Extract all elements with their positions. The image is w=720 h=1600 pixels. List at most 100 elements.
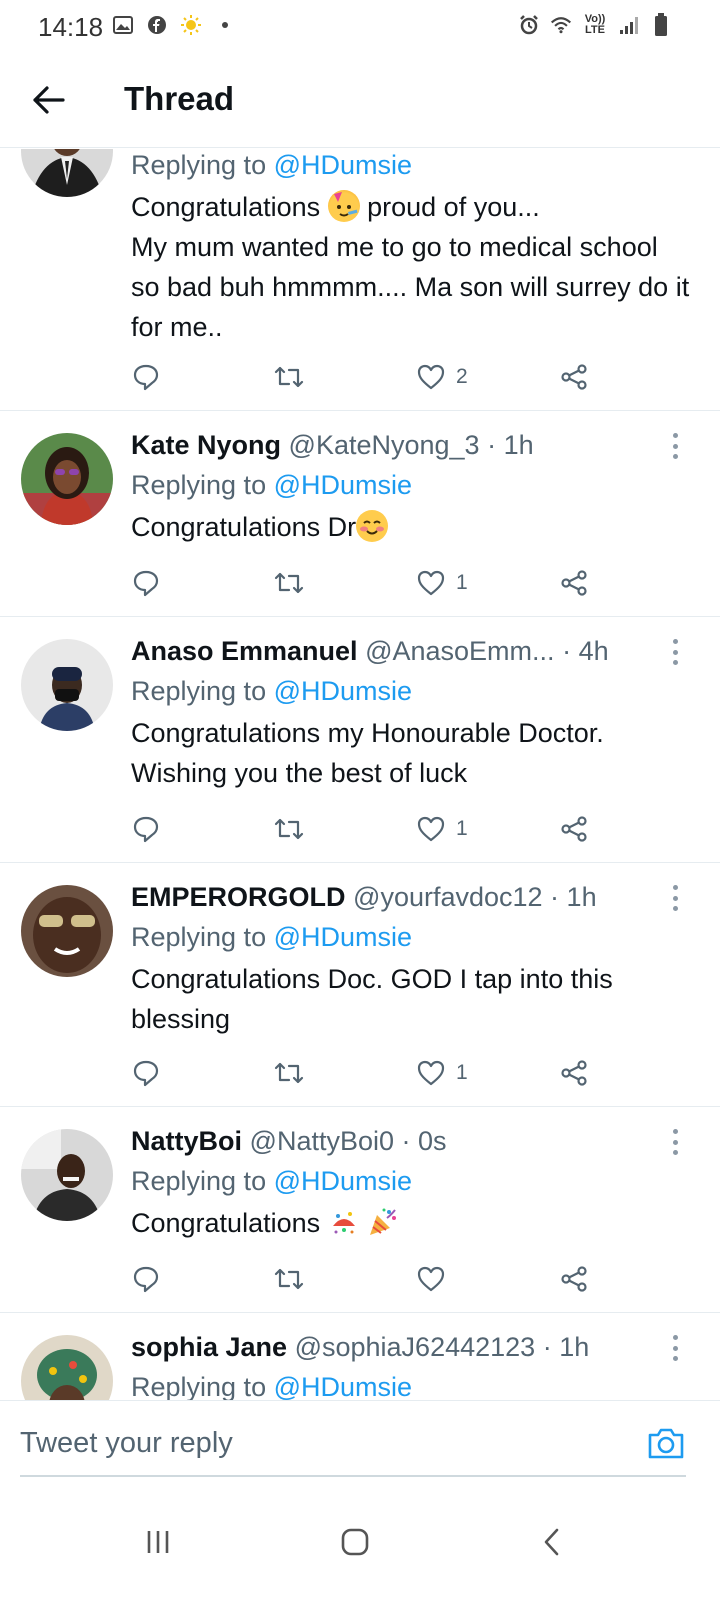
retweet-button[interactable] bbox=[273, 1259, 305, 1299]
share-button[interactable] bbox=[559, 1053, 589, 1093]
replying-handle-link[interactable]: @HDumsie bbox=[274, 922, 412, 952]
tweet-meta: Kate Nyong @KateNyong_3 · 1h bbox=[131, 430, 534, 460]
home-icon bbox=[341, 1528, 369, 1556]
tweet-time: 0s bbox=[418, 1126, 447, 1156]
more-options-button[interactable] bbox=[670, 639, 680, 665]
replying-to: Replying to @HDumsie bbox=[131, 1372, 413, 1400]
system-nav-bar bbox=[0, 1490, 720, 1600]
smiling-face-emoji bbox=[356, 510, 389, 542]
replying-to: Replying to @HDumsie bbox=[131, 676, 413, 706]
camera-button[interactable] bbox=[646, 1425, 686, 1461]
author-name[interactable]: EMPERORGOLD bbox=[131, 882, 346, 912]
like-button[interactable]: 1 bbox=[416, 563, 468, 603]
status-time: 14:18 bbox=[38, 12, 104, 42]
reply-button[interactable] bbox=[131, 809, 161, 849]
facebook-icon bbox=[146, 14, 168, 36]
share-icon bbox=[561, 1266, 587, 1292]
tweet-item[interactable]: EMPERORGOLD @yourfavdoc12 · 1h Replying … bbox=[0, 863, 720, 1107]
retweet-icon bbox=[274, 818, 304, 840]
reply-button[interactable] bbox=[131, 563, 161, 603]
composer-underline bbox=[20, 1475, 686, 1477]
tweet-meta: EMPERORGOLD @yourfavdoc12 · 1h bbox=[131, 882, 597, 912]
heart-icon bbox=[417, 1060, 445, 1086]
avatar[interactable] bbox=[21, 639, 113, 731]
arrow-left-icon bbox=[33, 86, 65, 114]
nav-back-button[interactable] bbox=[522, 1512, 582, 1572]
like-count: 1 bbox=[456, 571, 468, 594]
tweet-time: 1h bbox=[559, 1332, 590, 1362]
tweet-text: Congratulations Doc. GOD I tap into this… bbox=[131, 964, 613, 1034]
tweet-item[interactable]: Kate Nyong @KateNyong_3 · 1h Replying to… bbox=[0, 411, 720, 617]
replying-handle-link[interactable]: @HDumsie bbox=[274, 1166, 412, 1196]
like-button[interactable]: 1 bbox=[416, 1053, 468, 1093]
heart-icon bbox=[417, 570, 445, 596]
share-icon bbox=[561, 570, 587, 596]
reply-button[interactable] bbox=[131, 357, 161, 397]
replying-to: Replying to @HDumsie bbox=[131, 470, 413, 500]
author-handle: @KateNyong_3 bbox=[288, 430, 480, 460]
avatar[interactable] bbox=[21, 885, 113, 977]
home-button[interactable] bbox=[325, 1512, 385, 1572]
recent-apps-icon bbox=[147, 1531, 169, 1553]
replying-handle-link[interactable]: @HDumsie bbox=[274, 470, 412, 500]
tweet-text: Congratulations my Honourable Doctor. Wi… bbox=[131, 718, 604, 788]
confetti-ball-emoji bbox=[328, 1206, 360, 1238]
retweet-button[interactable] bbox=[273, 809, 305, 849]
retweet-button[interactable] bbox=[273, 1053, 305, 1093]
share-button[interactable] bbox=[559, 563, 589, 603]
more-options-button[interactable] bbox=[670, 433, 680, 459]
reply-composer bbox=[0, 1400, 720, 1490]
share-icon bbox=[561, 816, 587, 842]
tweet-item[interactable]: Anaso Emmanuel @AnasoEmm... · 4h Replyin… bbox=[0, 617, 720, 863]
reply-icon bbox=[133, 570, 159, 597]
wifi-icon bbox=[550, 14, 572, 36]
like-button[interactable]: 2 bbox=[416, 357, 468, 397]
share-button[interactable] bbox=[559, 809, 589, 849]
back-button[interactable] bbox=[28, 80, 68, 120]
tweet-text: Congratulations proud of you... My mum w… bbox=[131, 190, 690, 342]
share-button[interactable] bbox=[559, 1259, 589, 1299]
like-count: 2 bbox=[456, 365, 468, 388]
more-options-button[interactable] bbox=[670, 885, 680, 911]
retweet-button[interactable] bbox=[273, 563, 305, 603]
reply-icon bbox=[133, 364, 159, 391]
more-options-button[interactable] bbox=[670, 1129, 680, 1155]
author-handle: @sophiaJ62442123 bbox=[294, 1332, 536, 1362]
author-handle: @yourfavdoc12 bbox=[353, 882, 543, 912]
reply-button[interactable] bbox=[131, 1259, 161, 1299]
author-name[interactable]: Anaso Emmanuel bbox=[131, 636, 358, 666]
avatar[interactable] bbox=[21, 149, 113, 197]
replying-handle-link[interactable]: @HDumsie bbox=[274, 676, 412, 706]
reply-input[interactable] bbox=[20, 1419, 620, 1467]
replying-handle-link[interactable]: @HDumsie bbox=[274, 1372, 412, 1400]
retweet-button[interactable] bbox=[273, 357, 305, 397]
author-name[interactable]: Kate Nyong bbox=[131, 430, 281, 460]
heart-icon bbox=[417, 816, 445, 842]
recent-apps-button[interactable] bbox=[128, 1512, 188, 1572]
status-bar: 14:18 Vo)) LTE bbox=[0, 0, 720, 56]
heart-icon bbox=[417, 1266, 445, 1292]
like-button[interactable]: 1 bbox=[416, 809, 468, 849]
replying-handle-link[interactable]: @HDumsie bbox=[274, 150, 412, 180]
tweet-item[interactable]: Replying to @HDumsie Congratulations pro… bbox=[0, 149, 720, 411]
like-button[interactable] bbox=[416, 1259, 456, 1299]
share-button[interactable] bbox=[559, 357, 589, 397]
tweet-actions: 1 bbox=[131, 1053, 611, 1093]
thread-list[interactable]: Replying to @HDumsie Congratulations pro… bbox=[0, 149, 720, 1400]
author-name[interactable]: NattyBoi bbox=[131, 1126, 242, 1156]
replying-to: Replying to @HDumsie bbox=[131, 150, 413, 180]
tweet-item[interactable]: sophia Jane @sophiaJ62442123 · 1h Replyi… bbox=[0, 1313, 720, 1400]
more-options-button[interactable] bbox=[670, 1335, 680, 1361]
like-count: 1 bbox=[456, 817, 468, 840]
retweet-icon bbox=[274, 572, 304, 594]
status-icons-right: Vo)) LTE bbox=[518, 13, 672, 36]
avatar[interactable] bbox=[21, 433, 113, 525]
avatar[interactable] bbox=[21, 1335, 113, 1400]
reply-button[interactable] bbox=[131, 1053, 161, 1093]
tweet-item[interactable]: NattyBoi @NattyBoi0 · 0s Replying to @HD… bbox=[0, 1107, 720, 1313]
share-icon bbox=[561, 364, 587, 390]
author-name[interactable]: sophia Jane bbox=[131, 1332, 287, 1362]
replying-to: Replying to @HDumsie bbox=[131, 1166, 413, 1196]
replying-to: Replying to @HDumsie bbox=[131, 922, 413, 952]
avatar[interactable] bbox=[21, 1129, 113, 1221]
